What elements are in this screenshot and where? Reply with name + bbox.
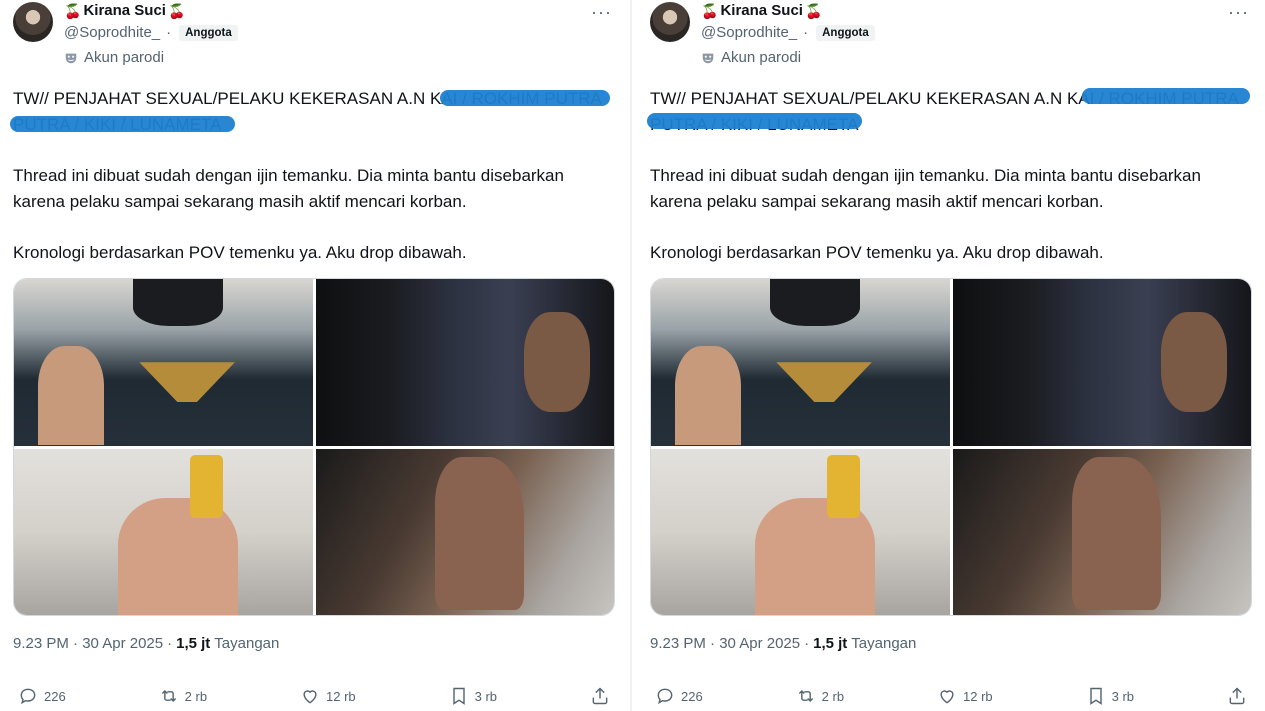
tweet-meta: 9.23 PM · 30 Apr 2025 · 1,5 jt Tayangan	[13, 635, 279, 652]
like-count: 12 rb	[326, 688, 356, 704]
reply-count: 226	[681, 688, 703, 704]
column-divider	[630, 0, 632, 711]
reply-count: 226	[44, 688, 66, 704]
author-name-row[interactable]: 🍒 Kirana Suci 🍒	[701, 2, 822, 19]
parody-label-row: Akun parodi	[64, 49, 164, 66]
media-grid	[650, 278, 1252, 616]
media-photo-3[interactable]	[14, 448, 313, 615]
share-icon	[1229, 687, 1245, 705]
reply-button[interactable]: 226	[655, 686, 703, 706]
tweet-card-left: 🍒 Kirana Suci 🍒 @Soprodhite_ · Anggota ·…	[0, 0, 615, 711]
author-handle[interactable]: @Soprodhite_	[64, 24, 160, 41]
parody-label: Akun parodi	[721, 49, 802, 66]
cherry-emoji-icon: 🍒	[64, 2, 82, 19]
bookmark-icon	[452, 687, 465, 705]
heart-icon	[303, 690, 317, 704]
tweet-paragraph-2: Kronologi berdasarkan POV temenku ya. Ak…	[13, 243, 467, 262]
more-options-button[interactable]: ···	[591, 2, 612, 23]
bookmark-button[interactable]: 3 rb	[1086, 686, 1134, 706]
redaction-scribble	[647, 113, 862, 129]
handle-row: @Soprodhite_ · Anggota	[701, 24, 875, 41]
bookmark-count: 3 rb	[1111, 688, 1135, 704]
tweet-paragraph-1: Thread ini dibuat sudah dengan ijin tema…	[650, 166, 1201, 211]
separator-dot: ·	[803, 24, 809, 41]
member-badge[interactable]: Anggota	[179, 24, 238, 41]
like-count: 12 rb	[963, 688, 993, 704]
heart-icon	[940, 690, 954, 704]
views-label: Tayangan	[851, 635, 917, 652]
bookmark-icon	[1089, 687, 1102, 705]
like-button[interactable]: 12 rb	[937, 686, 993, 706]
parody-mask-icon	[65, 53, 77, 63]
redaction-scribble	[1082, 88, 1250, 104]
timestamp[interactable]: 9.23 PM · 30 Apr 2025	[650, 635, 800, 652]
tweet-meta: 9.23 PM · 30 Apr 2025 · 1,5 jt Tayangan	[650, 635, 916, 652]
repost-button[interactable]: 2 rb	[796, 686, 844, 706]
share-button[interactable]	[1227, 686, 1247, 706]
parody-mask-icon	[702, 53, 714, 63]
action-bar: 226 2 rb 12 rb 3 rb	[650, 686, 1250, 706]
reply-icon	[657, 688, 673, 705]
repost-count: 2 rb	[184, 688, 208, 704]
share-button[interactable]	[590, 686, 610, 706]
redaction-scribble	[440, 90, 610, 106]
share-icon	[592, 687, 608, 705]
timestamp[interactable]: 9.23 PM · 30 Apr 2025	[13, 635, 163, 652]
cherry-emoji-icon: 🍒	[701, 2, 719, 19]
author-handle[interactable]: @Soprodhite_	[701, 24, 797, 41]
redaction-scribble	[10, 116, 235, 132]
repost-icon	[161, 689, 176, 703]
repost-count: 2 rb	[821, 688, 845, 704]
media-photo-1[interactable]	[651, 279, 950, 446]
bookmark-count: 3 rb	[474, 688, 498, 704]
media-photo-3[interactable]	[651, 448, 950, 615]
views-label: Tayangan	[214, 635, 280, 652]
separator-dot: ·	[167, 635, 173, 652]
views-count: 1,5 jt	[176, 635, 211, 652]
avatar[interactable]	[650, 2, 690, 42]
views-count: 1,5 jt	[813, 635, 848, 652]
member-badge[interactable]: Anggota	[816, 24, 875, 41]
media-photo-2[interactable]	[952, 279, 1251, 446]
action-bar: 226 2 rb 12 rb 3 rb	[13, 686, 613, 706]
media-photo-2[interactable]	[315, 279, 614, 446]
author-name[interactable]: Kirana Suci	[83, 2, 166, 19]
media-photo-4[interactable]	[315, 448, 614, 615]
reply-button[interactable]: 226	[18, 686, 66, 706]
repost-button[interactable]: 2 rb	[159, 686, 207, 706]
separator-dot: ·	[166, 24, 172, 41]
more-options-button[interactable]: ···	[1228, 2, 1249, 23]
avatar[interactable]	[13, 2, 53, 42]
cherry-emoji-icon: 🍒	[167, 2, 186, 19]
like-button[interactable]: 12 rb	[300, 686, 356, 706]
media-photo-1[interactable]	[14, 279, 313, 446]
author-name[interactable]: Kirana Suci	[720, 2, 803, 19]
handle-row: @Soprodhite_ · Anggota	[64, 24, 238, 41]
tweet-paragraph-2: Kronologi berdasarkan POV temenku ya. Ak…	[650, 243, 1104, 262]
tweet-card-right: 🍒 Kirana Suci 🍒 @Soprodhite_ · Anggota ·…	[637, 0, 1252, 711]
media-grid	[13, 278, 615, 616]
tweet-paragraph-1: Thread ini dibuat sudah dengan ijin tema…	[13, 166, 564, 211]
repost-icon	[798, 689, 813, 703]
separator-dot: ·	[804, 635, 810, 652]
media-photo-4[interactable]	[952, 448, 1251, 615]
bookmark-button[interactable]: 3 rb	[449, 686, 497, 706]
parody-label-row: Akun parodi	[701, 49, 801, 66]
parody-label: Akun parodi	[84, 49, 165, 66]
cherry-emoji-icon: 🍒	[804, 2, 823, 19]
author-name-row[interactable]: 🍒 Kirana Suci 🍒	[64, 2, 185, 19]
reply-icon	[20, 688, 36, 705]
